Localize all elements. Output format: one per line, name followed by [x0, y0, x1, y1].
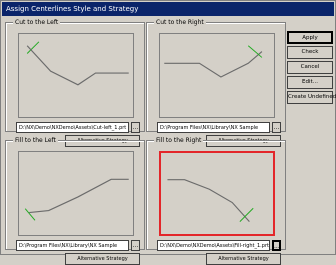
browse-button[interactable]: ... — [131, 240, 140, 251]
section-line — [167, 179, 250, 222]
assign-centerlines-dialog: Assign Centerlines Style and Strategy Cu… — [0, 0, 336, 265]
section-preview — [167, 179, 254, 222]
browse-button[interactable]: ... — [131, 122, 140, 133]
section-line — [26, 45, 129, 86]
panel-label: Cut to the Right — [154, 18, 206, 27]
slope-marker — [24, 208, 36, 221]
section-preview — [24, 178, 129, 221]
panel-label: Fill to the Left — [13, 136, 58, 145]
panel-cut-to-right: Cut to the Right D:\Program Files\NX\Lib… — [146, 18, 286, 147]
path-field[interactable]: D:\NX\Demo\NXDemo\Assets\Fill-right_1.pr… — [157, 240, 270, 251]
browse-button[interactable]: ... — [272, 240, 281, 251]
panel-label: Fill to the Right — [154, 136, 204, 145]
browse-button[interactable]: ... — [272, 122, 281, 133]
panel-label: Cut to the Left — [13, 18, 61, 27]
path-field[interactable]: D:\NX\Demo\NXDemo\Assets\Cut-left_1.prt — [16, 122, 129, 133]
path-field[interactable]: D:\Program Files\NX\Library\NX Sample — [157, 122, 270, 133]
section-line — [29, 178, 129, 214]
path-field[interactable]: D:\Program Files\NX\Library\NX Sample — [16, 240, 129, 251]
edit-button[interactable]: Edit... — [287, 76, 333, 89]
preview-fill-to-right[interactable] — [159, 151, 275, 236]
check-button[interactable]: Check — [287, 46, 333, 59]
cancel-button[interactable]: Cancel — [287, 61, 333, 74]
panel-cut-to-left: Cut to the Left D:\NX\Demo\NXDemo\Assets… — [5, 18, 145, 147]
preview-cut-to-left[interactable] — [18, 33, 134, 118]
ok-button[interactable]: Apply — [287, 31, 333, 44]
create-undefined-button[interactable]: Create Undefined — [287, 91, 336, 104]
section-preview — [26, 41, 129, 86]
preview-cut-to-right[interactable] — [159, 33, 275, 118]
panel-fill-to-right: Fill to the Right D:\NX\Demo\NXDemo\Asse… — [146, 136, 286, 265]
section-line — [164, 51, 263, 78]
slope-marker — [247, 45, 263, 58]
preview-fill-to-left[interactable] — [18, 151, 134, 236]
panel-fill-to-left: Fill to the Left D:\Program Files\NX\Lib… — [5, 136, 145, 265]
section-preview — [164, 45, 263, 78]
dialog-title: Assign Centerlines Style and Strategy — [2, 2, 334, 16]
slope-marker — [239, 207, 254, 222]
